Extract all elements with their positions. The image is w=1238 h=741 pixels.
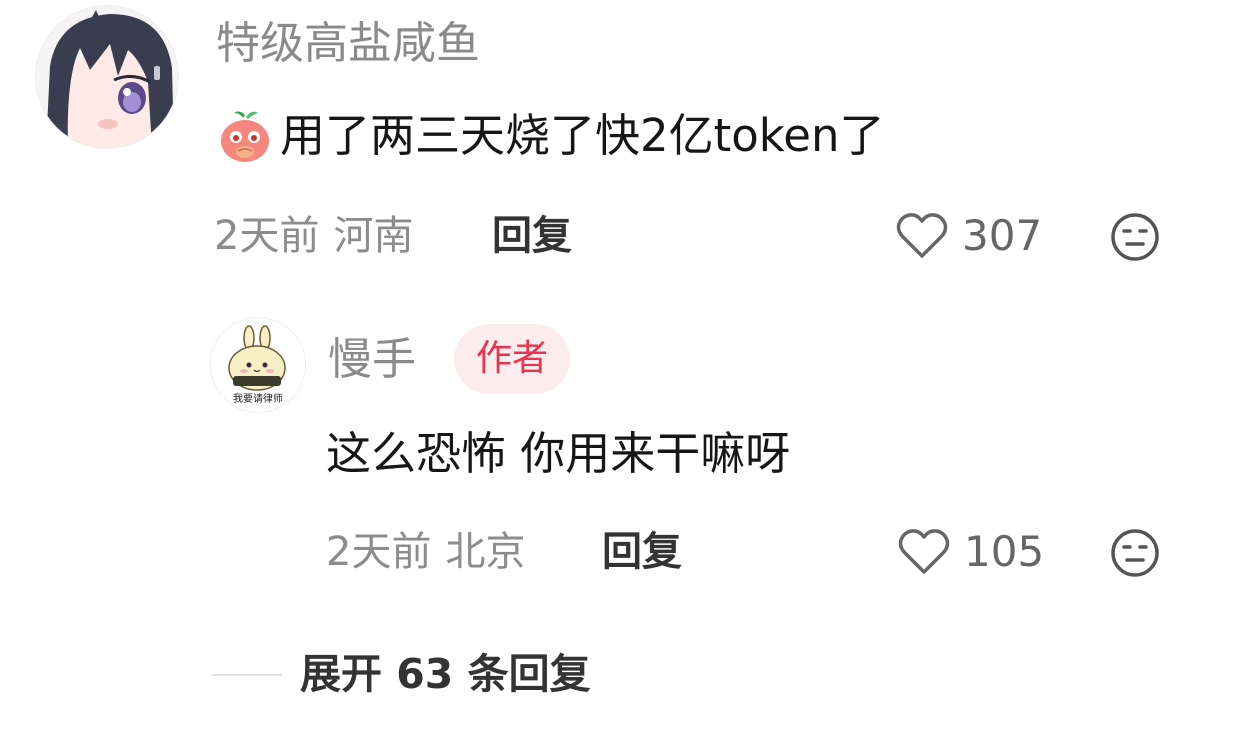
reply-user-avatar[interactable]: 我要请律师 <box>211 318 305 412</box>
user-avatar[interactable] <box>36 6 178 148</box>
like-count: 307 <box>962 211 1043 260</box>
anime-girl-avatar-image <box>36 6 178 148</box>
reply-location: 北京 <box>445 529 526 575</box>
reply-text: 这么恐怖 你用来干嘛呀 <box>326 427 791 480</box>
reply-meta: 2天前 北京 <box>326 526 525 578</box>
reply-like-count: 105 <box>964 527 1045 576</box>
comment-text-content: 用了两三天烧了快2亿token了 <box>280 109 885 162</box>
comment-text: 用了两三天烧了快2亿token了 <box>216 106 884 166</box>
comment-thread: 特级高盐咸鱼 用了两三天烧了快2亿token了 2天前 河南 回复 307 我要… <box>0 0 1238 741</box>
reply-dislike-button[interactable] <box>1110 528 1160 582</box>
author-badge: 作者 <box>454 324 571 394</box>
comment-meta: 2天前 河南 <box>214 210 413 262</box>
dislike-button[interactable] <box>1110 212 1160 266</box>
expand-divider <box>212 674 282 676</box>
like-button[interactable]: 307 <box>896 210 1042 262</box>
reply-reply-button[interactable]: 回复 <box>602 526 682 578</box>
expand-replies-button[interactable]: 展开 63 条回复 <box>300 646 591 702</box>
peach-cover-mouth-emoji-icon <box>216 107 274 165</box>
comment-location: 河南 <box>333 213 414 259</box>
neutral-face-icon <box>1111 213 1159 261</box>
comment-time: 2天前 <box>214 213 320 259</box>
reply-like-button[interactable]: 105 <box>898 526 1044 578</box>
avatar-caption: 我要请律师 <box>233 392 283 405</box>
bunny-bun-avatar-image: 我要请律师 <box>211 318 305 412</box>
neutral-face-icon <box>1111 529 1159 577</box>
reply-button[interactable]: 回复 <box>492 210 572 262</box>
reply-time: 2天前 <box>326 529 432 575</box>
comment-username[interactable]: 特级高盐咸鱼 <box>216 16 480 72</box>
heart-outline-icon <box>898 529 950 574</box>
heart-outline-icon <box>896 213 948 258</box>
reply-username[interactable]: 慢手 <box>328 332 416 388</box>
